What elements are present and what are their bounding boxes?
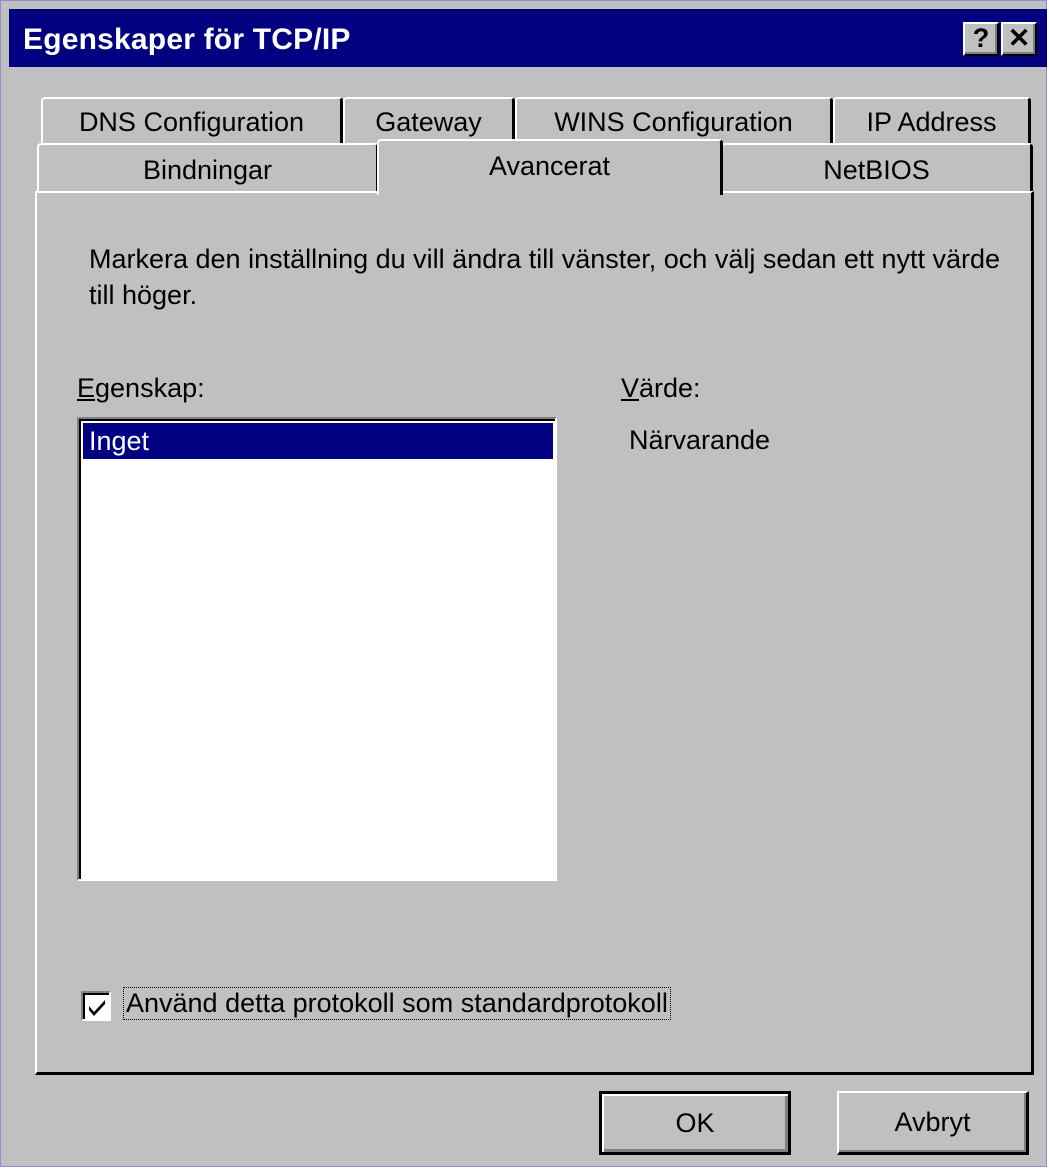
tab-bindningar[interactable]: Bindningar <box>37 143 379 193</box>
default-protocol-checkbox[interactable] <box>81 991 111 1021</box>
tab-label: DNS Configuration <box>78 107 305 137</box>
tab-gateway[interactable]: Gateway <box>343 97 515 145</box>
ok-button[interactable]: OK <box>599 1091 791 1155</box>
close-button[interactable]: ✕ <box>1001 22 1037 56</box>
tab-ip-address[interactable]: IP Address <box>833 97 1031 145</box>
property-listbox[interactable]: Inget <box>77 417 557 881</box>
tab-dns-configuration[interactable]: DNS Configuration <box>41 97 343 145</box>
tab-avancerat[interactable]: Avancerat <box>377 139 723 195</box>
tab-wins-configuration[interactable]: WINS Configuration <box>515 97 833 145</box>
value-label: Värde: <box>621 373 701 403</box>
property-label: Egenskap: <box>77 373 205 403</box>
title-bar[interactable]: Egenskaper för TCP/IP ? ✕ <box>9 9 1047 67</box>
close-icon: ✕ <box>1007 23 1031 53</box>
tab-netbios[interactable]: NetBIOS <box>721 143 1033 193</box>
instruction-text: Markera den inställning du vill ändra ti… <box>89 244 1000 310</box>
tab-label: Avancerat <box>488 151 611 181</box>
tab-label: IP Address <box>866 107 997 137</box>
help-button[interactable]: ? <box>963 22 999 56</box>
tcpip-properties-dialog: Egenskaper för TCP/IP ? ✕ DNS Configurat… <box>0 0 1047 1167</box>
checkmark-icon <box>89 1000 105 1016</box>
help-icon: ? <box>972 23 990 53</box>
window-title: Egenskaper för TCP/IP <box>23 23 351 56</box>
default-protocol-label[interactable]: Använd detta protokoll som standardproto… <box>123 987 671 1020</box>
list-item[interactable]: Inget <box>83 423 553 459</box>
cancel-button[interactable]: Avbryt <box>837 1091 1029 1155</box>
tab-label: NetBIOS <box>823 155 930 185</box>
tab-label: Bindningar <box>142 155 273 185</box>
value-text: Närvarande <box>629 425 771 455</box>
